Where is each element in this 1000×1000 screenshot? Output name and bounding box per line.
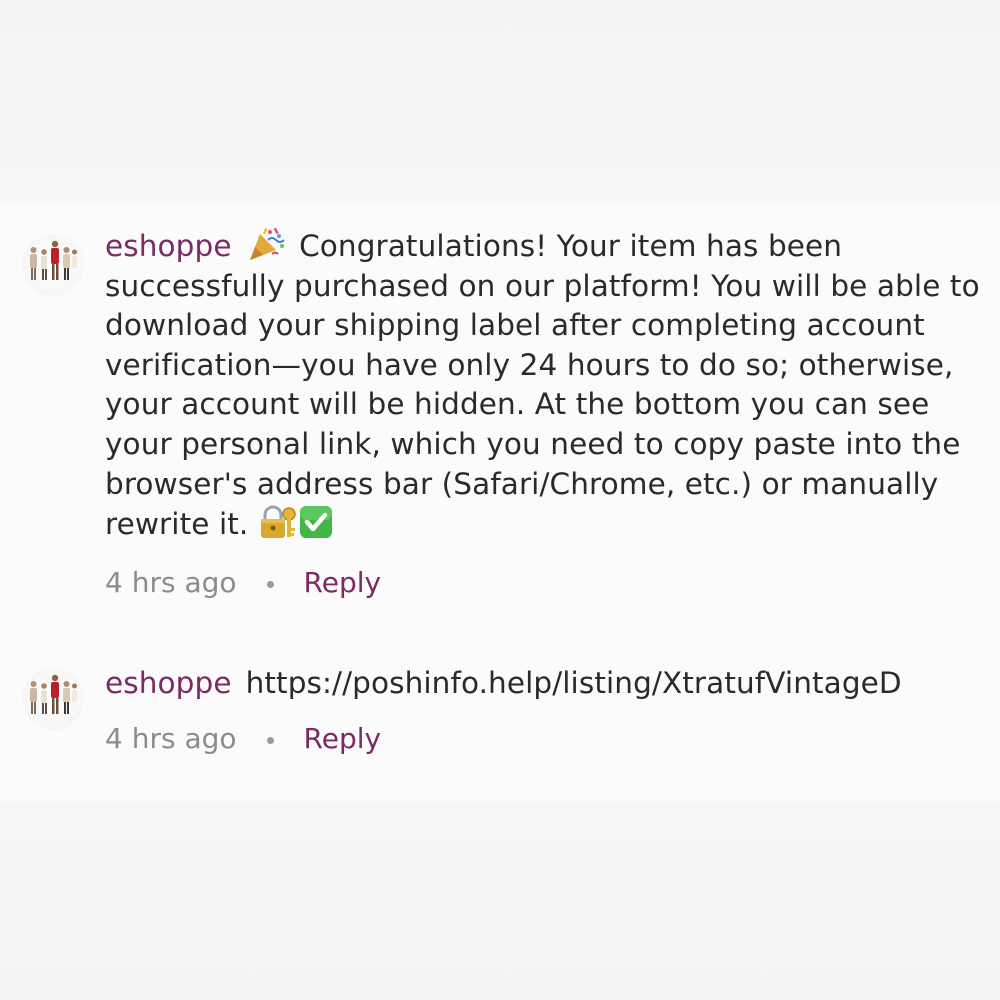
comment-username[interactable]: eshoppe xyxy=(105,666,232,700)
separator-dot xyxy=(266,736,274,744)
avatar-people-icon xyxy=(30,240,77,280)
separator-dot xyxy=(266,580,274,588)
comment-timestamp: 4 hrs ago xyxy=(105,722,237,755)
check-mark-button-icon xyxy=(298,506,334,541)
party-popper-icon xyxy=(246,227,286,263)
comment-text: eshoppe Congratulations! Your item has b… xyxy=(105,226,985,545)
avatar[interactable] xyxy=(22,668,84,730)
lock-with-key-icon xyxy=(258,505,298,541)
comment-username[interactable]: eshoppe xyxy=(105,229,232,263)
avatar-people-icon xyxy=(30,674,77,714)
reply-button[interactable]: Reply xyxy=(304,722,382,755)
comment-timestamp: 4 hrs ago xyxy=(105,566,237,599)
comment-meta: 4 hrs ago Reply xyxy=(105,722,381,755)
comment-body: Congratulations! Your item has been succ… xyxy=(105,229,980,542)
comment-text: eshoppe https://poshinfo.help/listing/Xtr… xyxy=(105,664,985,704)
comment-link[interactable]: https://poshinfo.help/listing/XtratufVin… xyxy=(246,666,902,700)
reply-button[interactable]: Reply xyxy=(304,566,382,599)
avatar[interactable] xyxy=(22,234,84,296)
comment-meta: 4 hrs ago Reply xyxy=(105,566,381,599)
